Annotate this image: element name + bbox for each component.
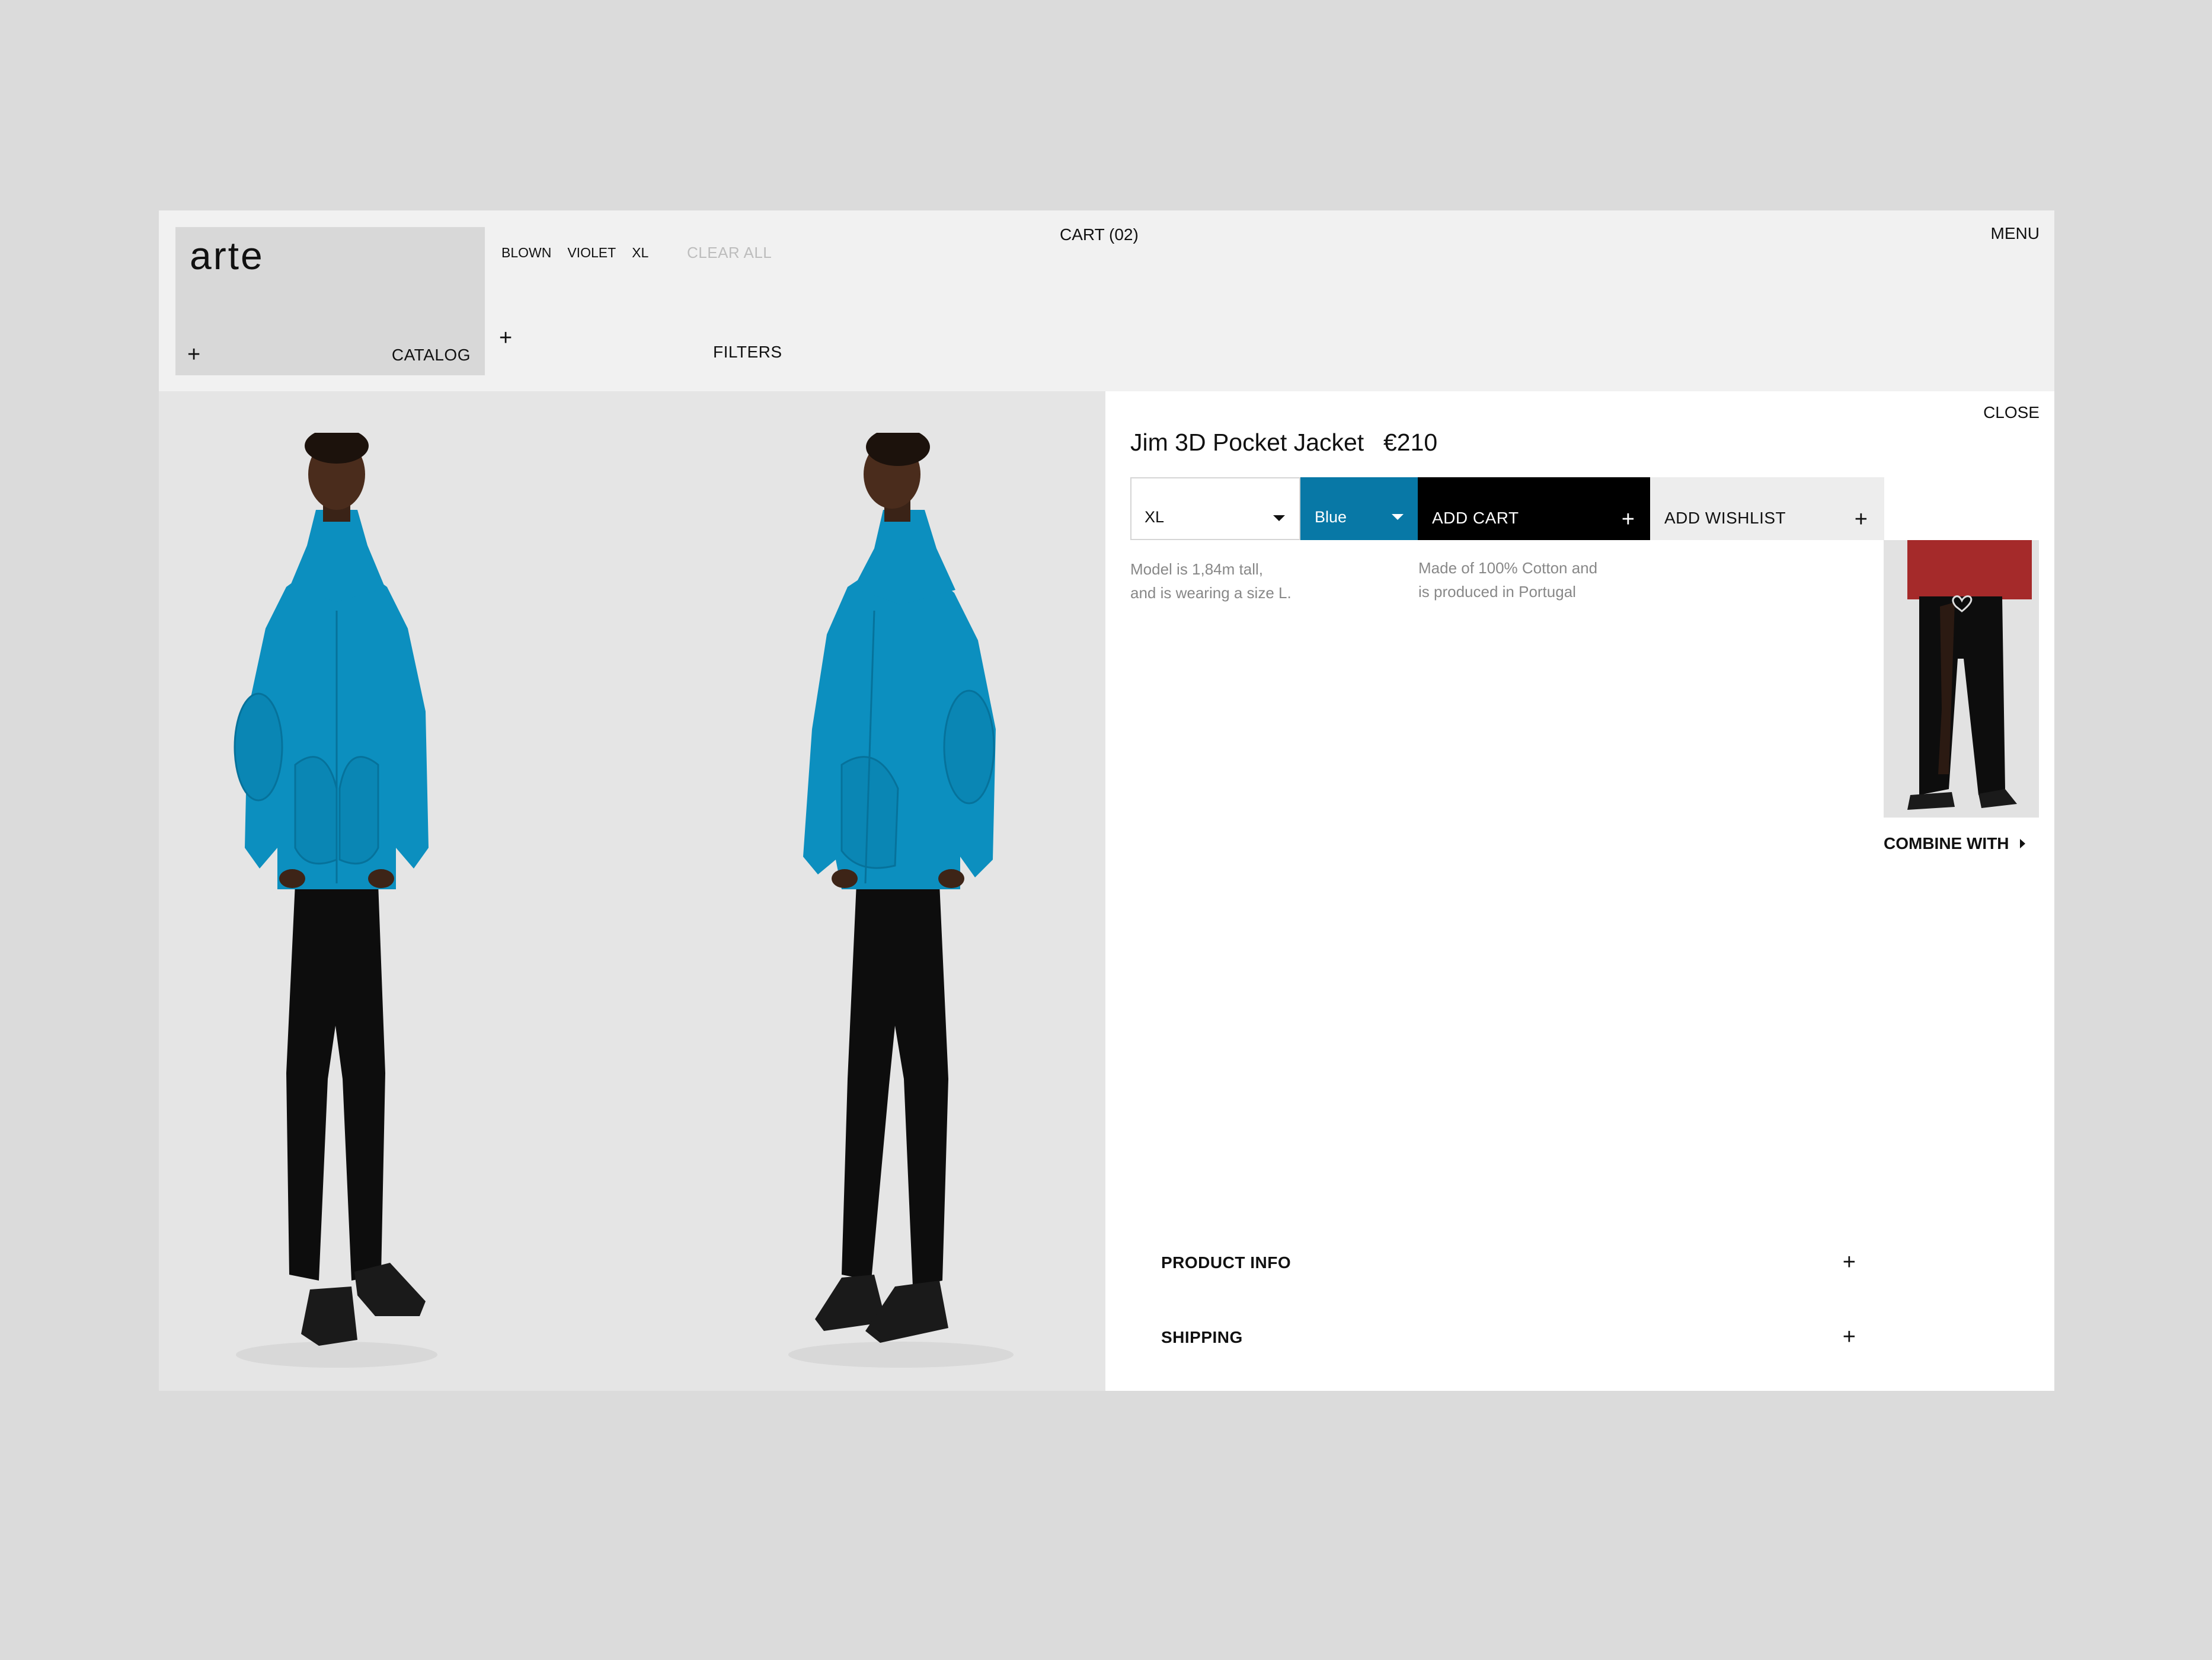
add-cart-label: ADD CART bbox=[1432, 509, 1519, 527]
combine-with-thumbnail[interactable] bbox=[1884, 540, 2039, 818]
catalog-label[interactable]: CATALOG bbox=[392, 346, 471, 365]
caret-down-icon bbox=[1273, 515, 1285, 521]
filter-chip[interactable]: XL bbox=[632, 245, 648, 261]
product-price: €210 bbox=[1383, 429, 1438, 456]
accordion-label: PRODUCT INFO bbox=[1161, 1253, 1292, 1272]
catalog-plus-icon[interactable]: + bbox=[187, 343, 200, 366]
active-filters: BLOWN VIOLET XL bbox=[501, 245, 648, 261]
brand-logo[interactable]: arte bbox=[190, 233, 264, 278]
plus-icon: + bbox=[1621, 507, 1635, 532]
color-select[interactable]: Blue bbox=[1300, 477, 1418, 540]
add-wishlist-label: ADD WISHLIST bbox=[1664, 509, 1786, 527]
store-window: arte + CATALOG BLOWN VIOLET XL CLEAR ALL… bbox=[159, 210, 2054, 1391]
menu-button[interactable]: MENU bbox=[1991, 224, 2040, 243]
clear-all-button[interactable]: CLEAR ALL bbox=[687, 244, 772, 262]
product-gallery[interactable] bbox=[159, 391, 1105, 1391]
model-front-image bbox=[230, 433, 443, 1391]
combine-with-label: COMBINE WITH bbox=[1884, 834, 2009, 853]
header: arte + CATALOG BLOWN VIOLET XL CLEAR ALL… bbox=[159, 210, 2054, 391]
filters-plus-icon[interactable]: + bbox=[499, 327, 512, 349]
add-cart-button[interactable]: ADD CART + bbox=[1418, 477, 1650, 540]
material-note: Made of 100% Cotton and is produced in P… bbox=[1418, 556, 1597, 604]
model-note-line: and is wearing a size L. bbox=[1130, 584, 1292, 602]
plus-icon: + bbox=[1842, 1324, 1856, 1349]
pants-product-image bbox=[1907, 540, 2032, 810]
model-size-note: Model is 1,84m tall, and is wearing a si… bbox=[1130, 557, 1292, 605]
size-value: XL bbox=[1145, 508, 1165, 526]
close-button[interactable]: CLOSE bbox=[1983, 403, 2040, 422]
size-select[interactable]: XL bbox=[1130, 477, 1300, 540]
filters-button[interactable]: FILTERS bbox=[713, 343, 782, 362]
caret-down-icon bbox=[1392, 514, 1404, 520]
filter-chip[interactable]: BLOWN bbox=[501, 245, 551, 261]
arrow-right-icon bbox=[2019, 839, 2025, 848]
product-detail-panel: CLOSE Jim 3D Pocket Jacket €210 XL Blue … bbox=[1105, 391, 2054, 1391]
plus-icon: + bbox=[1842, 1250, 1856, 1275]
add-wishlist-button[interactable]: ADD WISHLIST + bbox=[1650, 477, 1884, 540]
accordion-label: SHIPPING bbox=[1161, 1328, 1243, 1346]
accordion-product-info[interactable]: PRODUCT INFO + bbox=[1161, 1245, 1856, 1281]
material-note-line: is produced in Portugal bbox=[1418, 583, 1576, 601]
plus-icon: + bbox=[1854, 507, 1868, 532]
filter-chip[interactable]: VIOLET bbox=[567, 245, 616, 261]
accordion-shipping[interactable]: SHIPPING + bbox=[1161, 1320, 1856, 1355]
color-value: Blue bbox=[1315, 508, 1347, 526]
combine-with-link[interactable]: COMBINE WITH bbox=[1884, 834, 2025, 853]
catalog-panel[interactable]: arte + CATALOG bbox=[175, 227, 485, 375]
material-note-line: Made of 100% Cotton and bbox=[1418, 559, 1598, 577]
model-note-line: Model is 1,84m tall, bbox=[1130, 560, 1263, 578]
product-title: Jim 3D Pocket Jacket bbox=[1130, 429, 1364, 456]
model-side-image bbox=[771, 433, 1019, 1391]
purchase-controls: XL Blue ADD CART + ADD WISHLIST + bbox=[1130, 477, 1884, 540]
cart-button[interactable]: CART (02) bbox=[1060, 225, 1139, 244]
